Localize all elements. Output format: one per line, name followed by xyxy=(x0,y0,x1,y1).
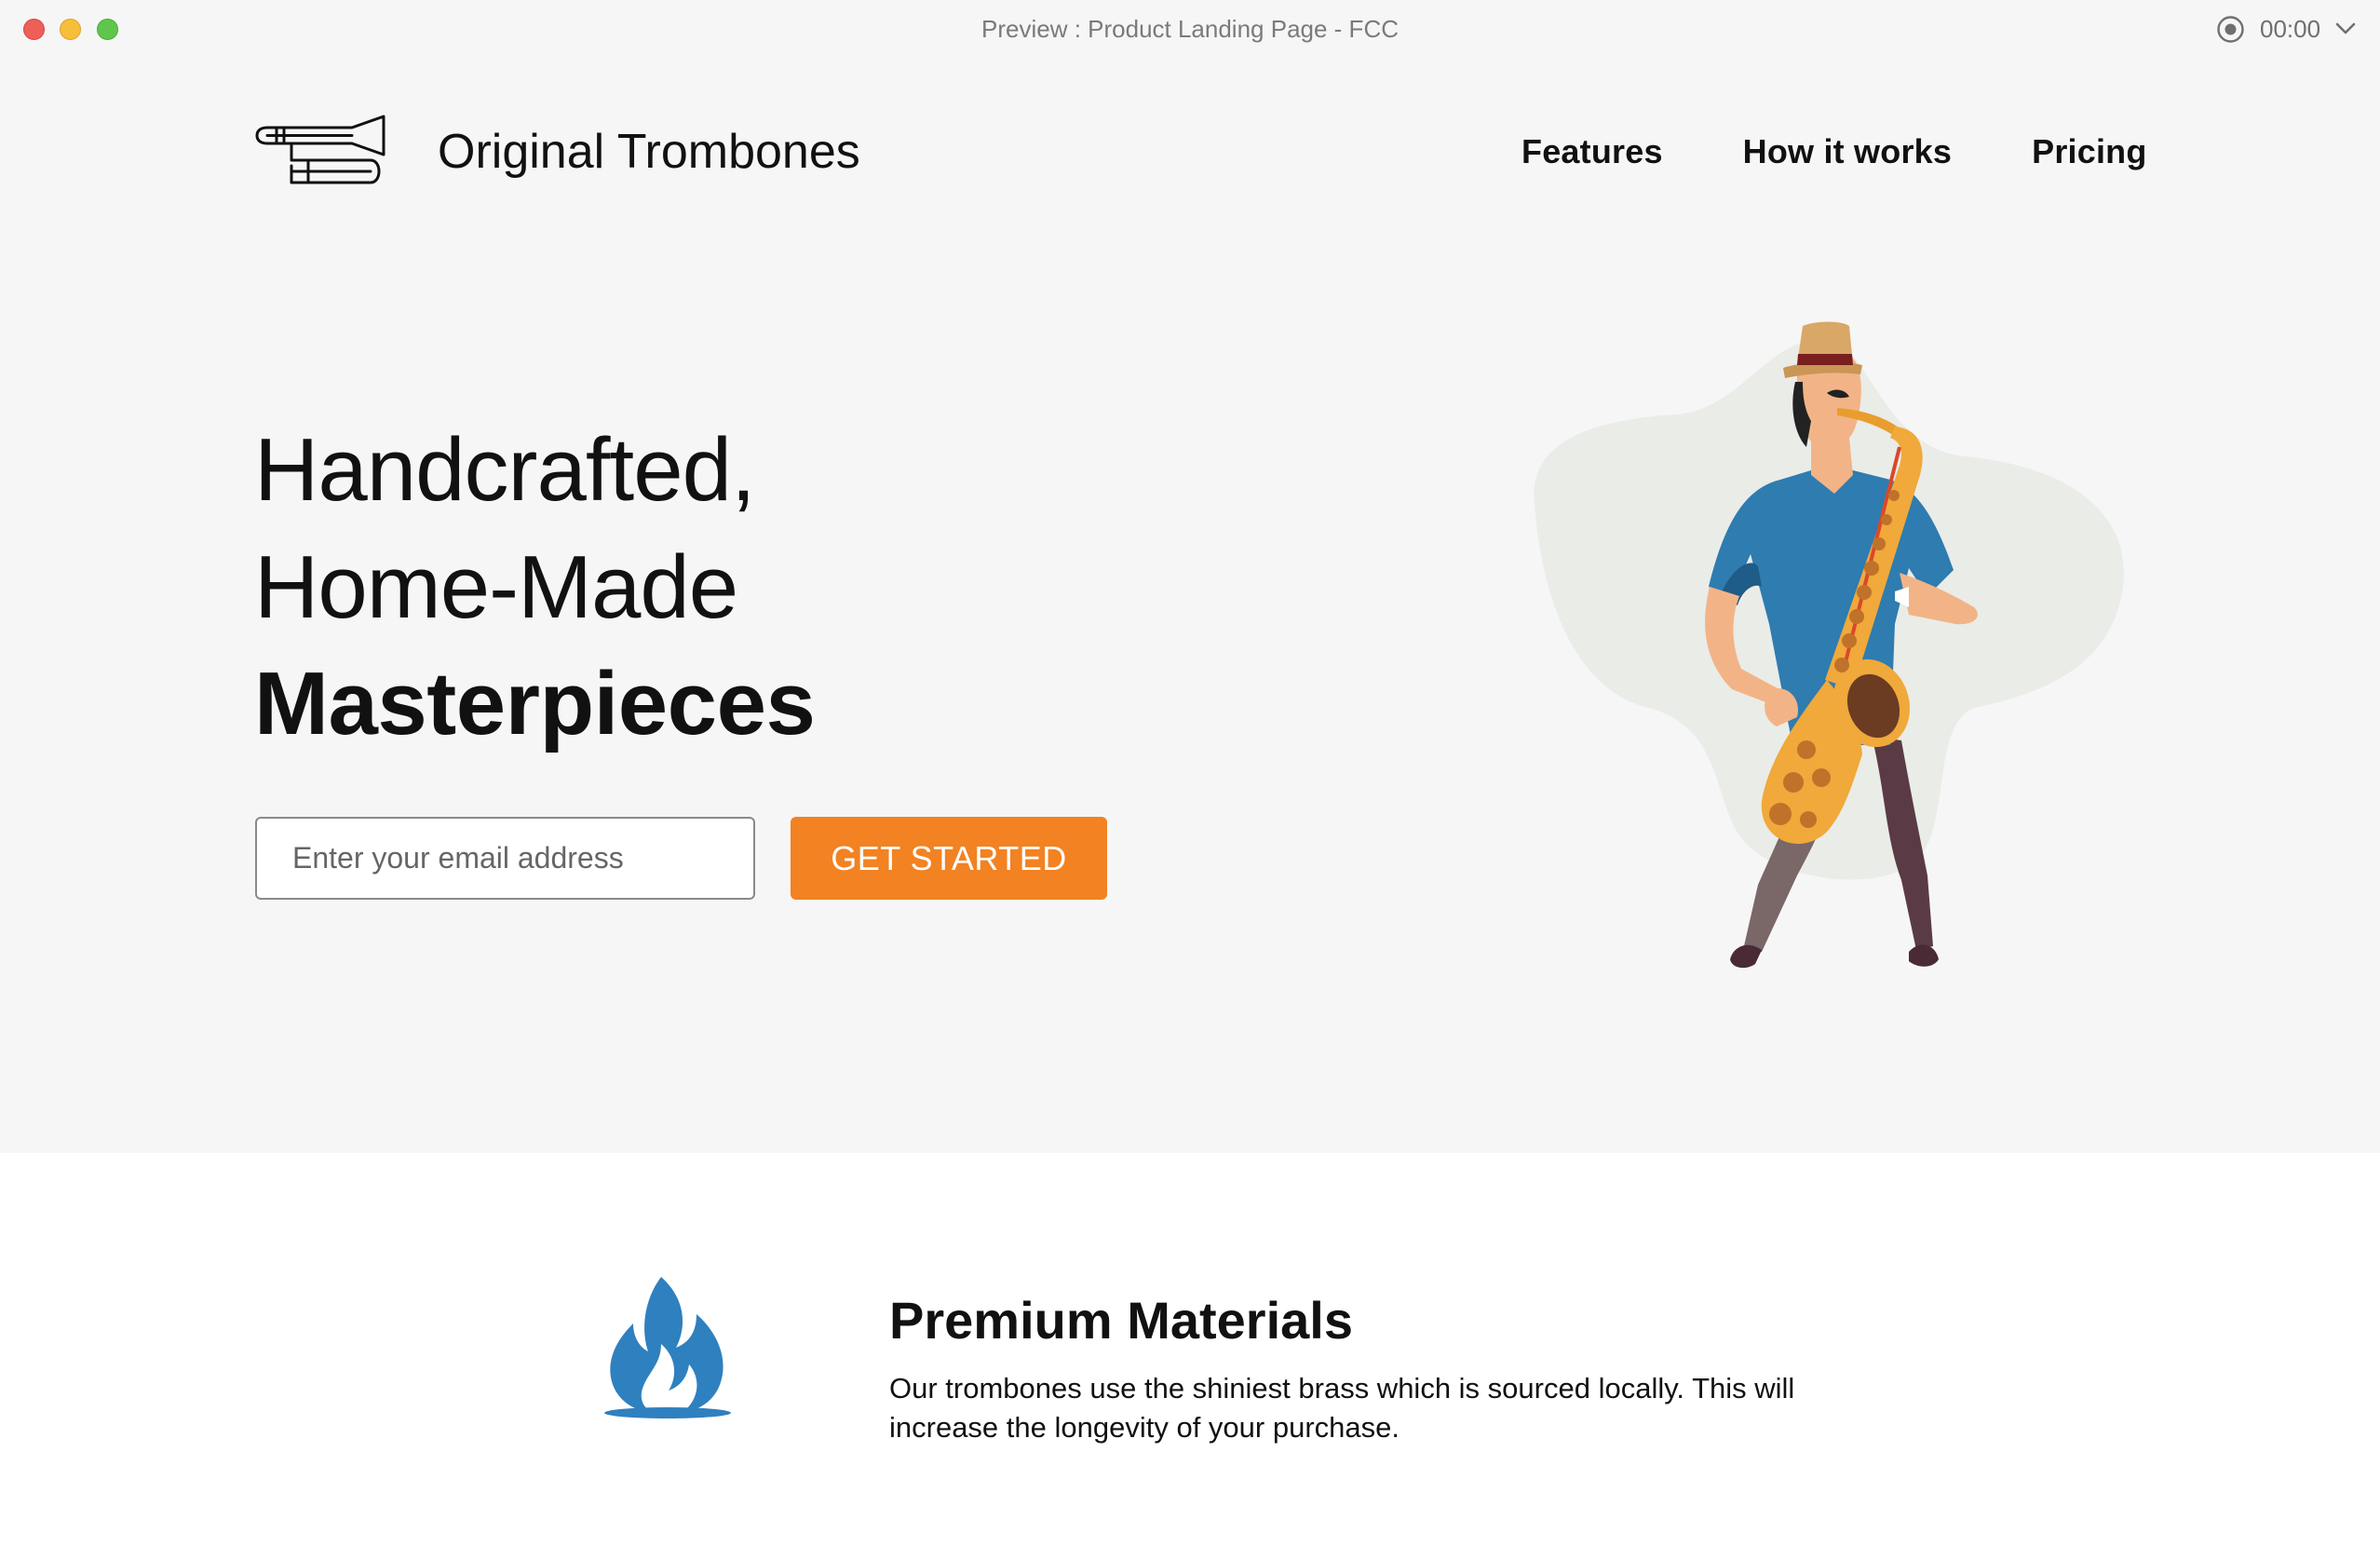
nav-link-how-it-works[interactable]: How it works xyxy=(1743,131,1952,172)
feature-title: Premium Materials xyxy=(889,1291,1353,1350)
recording-timer: 00:00 xyxy=(2260,14,2321,43)
trombone-logo-icon[interactable] xyxy=(254,112,389,190)
chevron-down-icon[interactable] xyxy=(2335,22,2356,35)
nav-link-features[interactable]: Features xyxy=(1521,131,1663,172)
window-title: Preview : Product Landing Page - FCC xyxy=(981,15,1399,43)
email-input[interactable] xyxy=(255,817,755,900)
get-started-button[interactable]: GET STARTED xyxy=(791,817,1107,900)
brand-name[interactable]: Original Trombones xyxy=(438,124,860,180)
window-titlebar: Preview : Product Landing Page - FCC 00:… xyxy=(0,0,2380,58)
record-icon xyxy=(2217,15,2244,43)
hero-heading-line-1: Handcrafted, xyxy=(254,420,756,520)
nav-link-pricing[interactable]: Pricing xyxy=(2032,131,2146,172)
features-section: Premium Materials Our trombones use the … xyxy=(0,1153,2380,1547)
hero-heading-line-3: Masterpieces xyxy=(254,654,816,753)
feature-description: Our trombones use the shiniest brass whi… xyxy=(889,1372,1795,1444)
saxophone-player-illustration xyxy=(1534,321,2124,969)
main-nav: Features How it works Pricing xyxy=(1521,131,2147,172)
fire-icon xyxy=(604,1277,731,1418)
hero-heading-line-2: Home-Made xyxy=(254,537,738,637)
recording-indicator[interactable]: 00:00 xyxy=(2216,13,2356,45)
